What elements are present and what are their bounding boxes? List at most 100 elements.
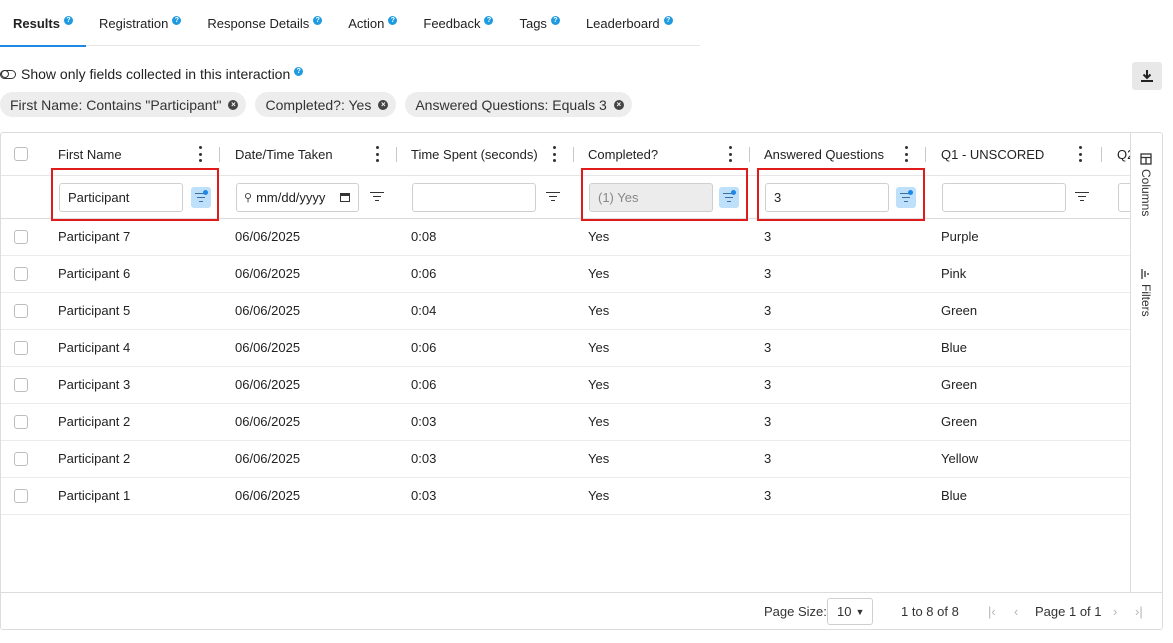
table-row[interactable]: Participant 2 06/06/2025 0:03 Yes 3 Yellow [1, 441, 1131, 478]
columns-label: Columns [1139, 169, 1153, 217]
filter-chip: Completed?: Yes × [255, 92, 397, 117]
table-cell: Green [941, 414, 978, 429]
table-row[interactable]: Participant 4 06/06/2025 0:06 Yes 3 Blue [1, 330, 1131, 367]
highlight-box [757, 168, 925, 221]
row-checkbox[interactable] [14, 304, 28, 318]
filter-button[interactable] [370, 189, 384, 203]
page-size-select[interactable]: 10 ▼ [827, 598, 873, 625]
grid-body: Participant 7 06/06/2025 0:08 Yes 3 Purple Par… [1, 219, 1131, 515]
table-row[interactable]: Participant 5 06/06/2025 0:04 Yes 3 Green [1, 293, 1131, 330]
next-page-icon[interactable]: › [1113, 593, 1117, 629]
column-resize-handle[interactable] [219, 147, 220, 162]
table-cell: 3 [764, 340, 772, 355]
row-checkbox[interactable] [14, 452, 28, 466]
row-checkbox[interactable] [14, 378, 28, 392]
toggle-label: Show only fields collected in this inter… [21, 66, 291, 82]
filter-chip: Answered Questions: Equals 3 × [405, 92, 632, 117]
remove-chip-icon[interactable]: × [613, 99, 624, 110]
pagination-footer: Page Size: 10 ▼ 1 to 8 of 8 |‹ ‹ Page 1 … [1, 592, 1162, 629]
table-cell: Yes [588, 488, 610, 503]
column-menu-icon[interactable] [375, 146, 379, 162]
help-icon[interactable]: ? [294, 66, 304, 76]
column-resize-handle[interactable] [925, 147, 926, 162]
show-only-fields-toggle[interactable]: Show only fields collected in this inter… [0, 66, 304, 82]
column-menu-icon[interactable] [198, 146, 202, 162]
filters-panel-toggle[interactable]: Filters [1139, 268, 1153, 317]
select-all-checkbox[interactable] [14, 147, 28, 161]
column-menu-icon[interactable] [728, 146, 732, 162]
tab-action-label: Action [348, 15, 385, 31]
date-filter-input[interactable]: ⚲ mm/dd/yyyy [236, 183, 359, 212]
help-icon[interactable]: ? [484, 15, 494, 25]
row-checkbox[interactable] [14, 489, 28, 503]
first-page-icon[interactable]: |‹ [988, 593, 996, 629]
table-cell: 0:06 [411, 340, 437, 355]
help-icon[interactable]: ? [550, 15, 560, 25]
table-cell: Blue [941, 340, 968, 355]
previous-page-icon[interactable]: ‹ [1014, 593, 1018, 629]
row-checkbox[interactable] [14, 415, 28, 429]
help-icon[interactable]: ? [388, 15, 398, 25]
table-cell: Green [941, 303, 978, 318]
time-spent-filter-input[interactable] [412, 183, 536, 212]
table-row[interactable]: Participant 3 06/06/2025 0:06 Yes 3 Green [1, 367, 1131, 404]
calendar-icon[interactable] [340, 193, 350, 202]
table-cell: Participant 5 [58, 303, 131, 318]
filter-icon [546, 192, 560, 202]
tab-results[interactable]: Results? [0, 0, 86, 47]
columns-panel-toggle[interactable]: Columns [1139, 153, 1153, 216]
help-icon[interactable]: ? [663, 15, 673, 25]
table-cell: Yellow [941, 451, 979, 466]
column-resize-handle[interactable] [573, 147, 574, 162]
download-button[interactable] [1132, 62, 1162, 90]
row-checkbox[interactable] [14, 230, 28, 244]
last-page-icon[interactable]: ›| [1135, 593, 1143, 629]
filter-chip-label: Answered Questions: Equals 3 [415, 96, 607, 113]
tab-feedback[interactable]: Feedback? [410, 0, 506, 46]
column-resize-handle[interactable] [396, 147, 397, 162]
filter-button[interactable] [1075, 189, 1089, 203]
row-checkbox[interactable] [14, 267, 28, 281]
column-menu-icon[interactable] [552, 146, 556, 162]
table-cell: 3 [764, 377, 772, 392]
help-icon[interactable]: ? [63, 15, 73, 25]
table-row[interactable]: Participant 1 06/06/2025 0:03 Yes 3 Blue [1, 478, 1131, 515]
tab-registration[interactable]: Registration? [86, 0, 194, 46]
column-resize-handle[interactable] [749, 147, 750, 162]
table-row[interactable]: Participant 7 06/06/2025 0:08 Yes 3 Purple [1, 219, 1131, 256]
tab-response-details[interactable]: Response Details? [194, 0, 335, 46]
help-icon[interactable]: ? [172, 15, 182, 25]
tab-feedback-label: Feedback [423, 15, 481, 31]
filter-button[interactable] [546, 189, 560, 203]
remove-chip-icon[interactable]: × [378, 99, 389, 110]
filters-label: Filters [1139, 284, 1153, 317]
table-cell: 0:03 [411, 451, 437, 466]
column-header-q1[interactable]: Q1 - UNSCORED [941, 133, 1044, 176]
table-row[interactable]: Participant 2 06/06/2025 0:03 Yes 3 Green [1, 404, 1131, 441]
toggle-icon[interactable] [0, 69, 16, 79]
table-cell: Yes [588, 451, 610, 466]
tab-leaderboard-label: Leaderboard [585, 15, 660, 31]
column-menu-icon[interactable] [1078, 146, 1082, 162]
page-size-label: Page Size: [764, 604, 827, 619]
q1-filter-input[interactable] [942, 183, 1066, 212]
column-header-date-time[interactable]: Date/Time Taken [235, 133, 333, 176]
table-cell: 06/06/2025 [235, 488, 301, 503]
table-cell: 0:06 [411, 266, 437, 281]
tab-action[interactable]: Action? [335, 0, 410, 46]
help-icon[interactable]: ? [313, 15, 323, 25]
remove-chip-icon[interactable]: × [228, 99, 239, 110]
table-row[interactable]: Participant 6 06/06/2025 0:06 Yes 3 Pink [1, 256, 1131, 293]
table-cell: 06/06/2025 [235, 340, 301, 355]
tab-tags[interactable]: Tags? [506, 0, 572, 46]
tab-leaderboard[interactable]: Leaderboard? [573, 0, 686, 46]
column-header-time-spent[interactable]: Time Spent (seconds) [411, 133, 538, 176]
column-header-q2[interactable]: Q2 [1117, 133, 1131, 176]
download-icon [1141, 70, 1153, 82]
column-resize-handle[interactable] [1101, 147, 1102, 162]
column-menu-icon[interactable] [904, 146, 908, 162]
table-cell: 06/06/2025 [235, 377, 301, 392]
filter-icon [1075, 192, 1089, 202]
row-checkbox[interactable] [14, 341, 28, 355]
tab-response-details-label: Response Details [207, 15, 310, 31]
